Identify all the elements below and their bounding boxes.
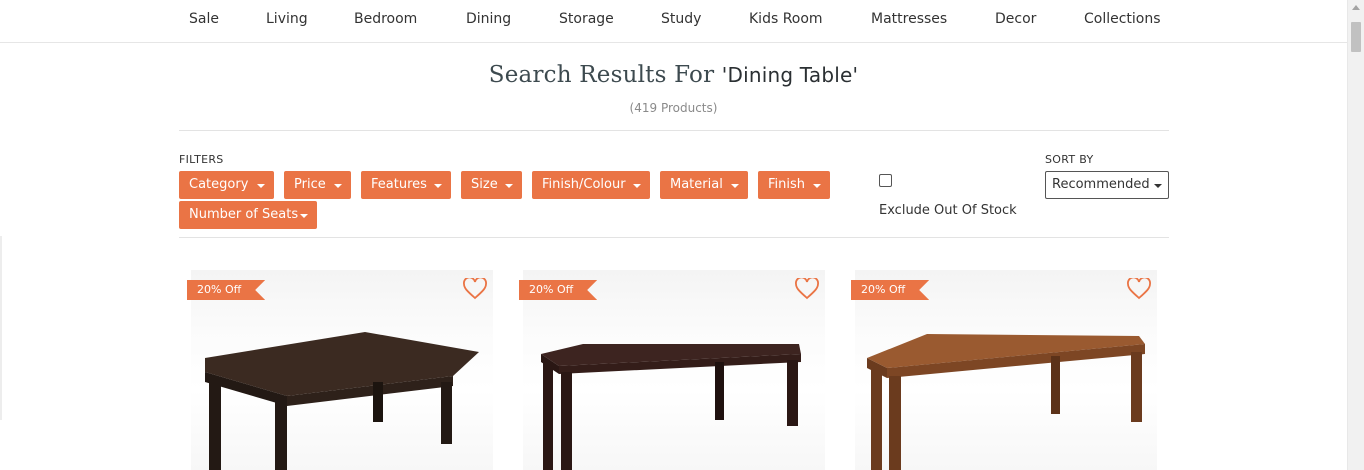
filter-finish-colour-button[interactable]: Finish/Colour <box>532 171 650 199</box>
product-image <box>523 270 825 470</box>
filter-label: Size <box>471 177 498 192</box>
sort-by-label: SORT BY <box>1045 153 1094 166</box>
nav-item-storage[interactable]: Storage <box>559 11 614 27</box>
table-leg <box>1051 356 1060 414</box>
exclude-out-of-stock-label: Exclude Out Of Stock <box>879 203 1017 218</box>
sort-selected-value: Recommended <box>1052 177 1150 192</box>
filter-label: Number of Seats <box>189 207 299 222</box>
nav-item-kids-room[interactable]: Kids Room <box>749 11 823 27</box>
filter-features-button[interactable]: Features <box>361 171 451 199</box>
table-leg <box>209 380 221 470</box>
filter-number-of-seats-button[interactable]: Number of Seats <box>179 201 317 229</box>
nav-item-dining[interactable]: Dining <box>466 11 511 27</box>
filter-label: Finish/Colour <box>542 177 626 192</box>
dining-table-illustration <box>867 334 1145 470</box>
caret-down-icon <box>633 184 641 188</box>
dining-table-illustration <box>205 332 479 470</box>
table-leg <box>889 376 901 470</box>
product-card[interactable]: 20% Off <box>519 268 829 470</box>
caret-down-icon <box>505 184 513 188</box>
product-image <box>191 270 493 470</box>
caret-down-icon <box>731 184 739 188</box>
scroll-up-arrow-icon[interactable] <box>1352 5 1360 10</box>
filter-label: Features <box>371 177 427 192</box>
nav-item-collections[interactable]: Collections <box>1084 11 1161 27</box>
top-navigation: Sale Living Bedroom Dining Storage Study… <box>0 0 1347 43</box>
scrollbar-thumb[interactable] <box>1351 22 1361 52</box>
page-title: Search Results For 'Dining Table' <box>0 62 1347 88</box>
filter-label: Category <box>189 177 249 192</box>
product-card[interactable]: 20% Off <box>187 268 497 470</box>
filter-size-button[interactable]: Size <box>461 171 522 199</box>
divider-filters <box>179 237 1169 238</box>
filter-finish-button[interactable]: Finish <box>758 171 830 199</box>
nav-item-decor[interactable]: Decor <box>995 11 1036 27</box>
product-count: (419 Products) <box>629 101 718 115</box>
caret-down-icon <box>434 184 442 188</box>
caret-down-icon <box>1154 184 1162 188</box>
nav-item-living[interactable]: Living <box>266 11 308 27</box>
search-title-prefix: Search Results For <box>488 62 722 88</box>
table-leg <box>561 372 572 470</box>
caret-down-icon <box>300 214 308 218</box>
discount-badge: 20% Off <box>851 280 929 300</box>
nav-item-bedroom[interactable]: Bedroom <box>354 11 417 27</box>
sort-select[interactable]: Recommended <box>1045 171 1169 199</box>
filters-label: FILTERS <box>179 153 224 166</box>
discount-badge: 20% Off <box>519 280 597 300</box>
heart-outline-icon[interactable] <box>463 278 487 300</box>
product-image <box>855 270 1157 470</box>
filter-label: Material <box>670 177 723 192</box>
table-leg <box>1131 352 1142 422</box>
table-leg <box>871 366 882 470</box>
filter-price-button[interactable]: Price <box>284 171 351 199</box>
caret-down-icon <box>257 184 265 188</box>
exclude-out-of-stock-checkbox[interactable] <box>879 174 892 187</box>
page-edge-divider <box>0 236 2 420</box>
caret-down-icon <box>813 184 821 188</box>
nav-item-mattresses[interactable]: Mattresses <box>871 11 947 27</box>
product-card[interactable]: 20% Off <box>851 268 1161 470</box>
table-leg <box>373 382 383 422</box>
vertical-scrollbar[interactable] <box>1347 0 1364 470</box>
search-query: 'Dining Table' <box>721 63 859 87</box>
filter-label: Price <box>294 177 326 192</box>
nav-item-study[interactable]: Study <box>661 11 701 27</box>
heart-outline-icon[interactable] <box>1127 278 1151 300</box>
table-leg <box>441 382 452 444</box>
nav-item-sale[interactable]: Sale <box>189 11 219 27</box>
heart-outline-icon[interactable] <box>795 278 819 300</box>
filter-material-button[interactable]: Material <box>660 171 748 199</box>
table-leg <box>715 362 724 420</box>
table-leg <box>543 362 553 470</box>
filter-category-button[interactable]: Category <box>179 171 274 199</box>
filter-label: Finish <box>768 177 806 192</box>
divider-top <box>179 130 1169 131</box>
dining-table-illustration <box>541 344 801 470</box>
discount-badge: 20% Off <box>187 280 265 300</box>
caret-down-icon <box>334 184 342 188</box>
table-leg <box>787 360 798 426</box>
table-leg <box>275 402 287 470</box>
